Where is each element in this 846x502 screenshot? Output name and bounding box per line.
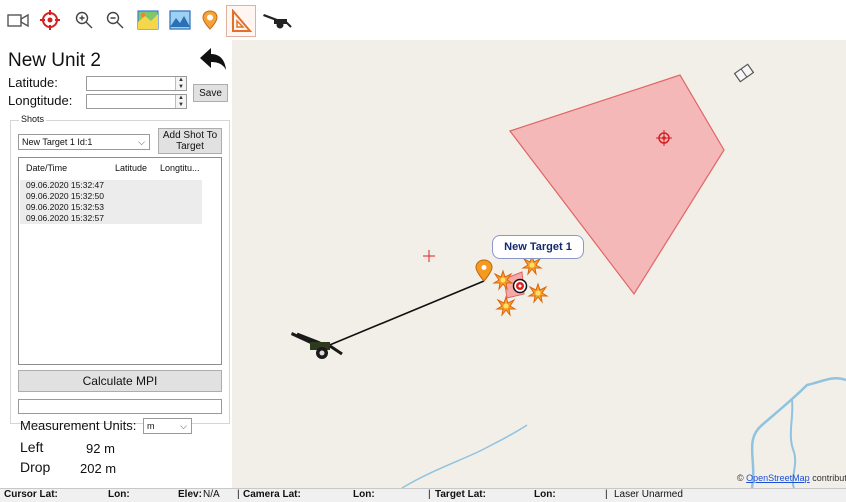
camera-icon[interactable] (6, 8, 30, 32)
drop-label: Drop (20, 459, 51, 475)
attribution-suffix: contributors (812, 473, 846, 483)
zoom-out-icon[interactable] (103, 8, 127, 32)
units-select[interactable]: m ⌵ (143, 418, 192, 434)
target-lat-label: Target Lat: (435, 489, 486, 500)
unit-panel: New Unit 2 Latitude: ▲ ▼ Longtitude: ▲ ▼ S… (0, 40, 233, 488)
longitude-spinner[interactable]: ▲ ▼ (175, 95, 186, 108)
longitude-label: Longtitude: (8, 93, 73, 108)
map-view[interactable]: New Target 1 © OpenStreetMap contributor… (232, 40, 846, 488)
save-button[interactable]: Save (193, 84, 228, 102)
ruler-triangle-icon[interactable] (226, 5, 256, 37)
add-shot-button[interactable]: Add Shot To Target (158, 128, 222, 154)
latitude-label: Latitude: (8, 75, 58, 90)
status-separator: | (428, 489, 431, 500)
longitude-input[interactable]: ▲ ▼ (86, 94, 187, 109)
map-canvas (291, 63, 846, 488)
longitude-value (87, 100, 90, 111)
chevron-down-icon: ⌵ (138, 137, 145, 147)
unit-title: New Unit 2 (8, 50, 101, 71)
fire-line (319, 280, 485, 350)
mpi-result-value (19, 405, 22, 416)
mpi-result-field[interactable] (18, 399, 222, 414)
shot-row[interactable]: 09.06.2020 15:32:50 (20, 191, 202, 202)
latitude-input[interactable]: ▲ ▼ (86, 76, 187, 91)
eraser-icon (733, 63, 755, 83)
shot-row[interactable]: 09.06.2020 15:32:57 (20, 213, 202, 224)
back-arrow-icon[interactable] (198, 46, 228, 72)
shot-row[interactable]: 09.06.2020 15:32:47 (20, 180, 202, 191)
latitude-value (87, 82, 90, 93)
units-select-value: m (147, 421, 155, 431)
cursor-lon-label: Lon: (108, 489, 130, 500)
target-zone-polygon (509, 74, 725, 296)
map-pin-icon (475, 259, 493, 282)
shot-row[interactable]: 09.06.2020 15:32:53 (20, 202, 202, 213)
attribution-link[interactable]: OpenStreetMap (746, 473, 810, 483)
camera-lat-label: Camera Lat: (243, 489, 301, 500)
left-label: Left (20, 439, 44, 455)
copyright-icon: © (737, 473, 744, 483)
target-lon-label: Lon: (534, 489, 556, 500)
target-label-text: New Target 1 (504, 241, 572, 253)
target-select-value: New Target 1 Id:1 (22, 137, 93, 147)
column-header-latitude[interactable]: Latitude (115, 163, 147, 173)
cursor-lat-label: Cursor Lat: (4, 489, 58, 500)
status-bar: Cursor Lat: Lon: Elev: N/A | Camera Lat:… (0, 488, 846, 502)
units-label: Measurement Units: (20, 418, 137, 433)
map-attribution: © OpenStreetMap contributors (737, 473, 846, 483)
zoom-in-icon[interactable] (72, 8, 96, 32)
column-header-longitude[interactable]: Longtitu... (160, 163, 200, 173)
latitude-spinner[interactable]: ▲ ▼ (175, 77, 186, 90)
toolbar (0, 0, 846, 40)
explosion-icon (495, 295, 517, 317)
shots-list[interactable]: Date/Time Latitude Longtitu... 09.06.202… (18, 157, 222, 365)
target-crosshair-icon[interactable] (38, 8, 62, 32)
target-bullseye-icon (512, 278, 528, 294)
calculate-mpi-button[interactable]: Calculate MPI (18, 370, 222, 392)
shots-group-label: Shots (19, 114, 47, 124)
marker-icon[interactable] (198, 8, 222, 32)
laser-status: Laser Unarmed (614, 489, 683, 500)
explosion-icon (527, 282, 549, 304)
shots-list-header: Date/Time Latitude Longtitu... (19, 158, 221, 176)
target-label-bubble[interactable]: New Target 1 (492, 235, 584, 259)
camera-lon-label: Lon: (353, 489, 375, 500)
column-header-datetime[interactable]: Date/Time (26, 163, 67, 173)
river-line (401, 424, 528, 488)
artillery-icon[interactable] (262, 8, 292, 32)
artillery-unit-icon (291, 332, 343, 359)
chevron-down-icon: ⌵ (180, 421, 187, 431)
drop-value: 202 m (80, 461, 117, 476)
elev-label: Elev: (178, 489, 202, 500)
status-separator: | (237, 489, 240, 500)
elevation-map-icon[interactable] (168, 8, 192, 32)
status-separator: | (605, 489, 608, 500)
map-layer-icon[interactable] (136, 8, 160, 32)
elev-value: N/A (203, 489, 220, 500)
red-plus-marker (423, 250, 435, 262)
target-select[interactable]: New Target 1 Id:1 ⌵ (18, 134, 150, 150)
left-value: 92 m (86, 441, 115, 456)
river-line (750, 377, 846, 488)
